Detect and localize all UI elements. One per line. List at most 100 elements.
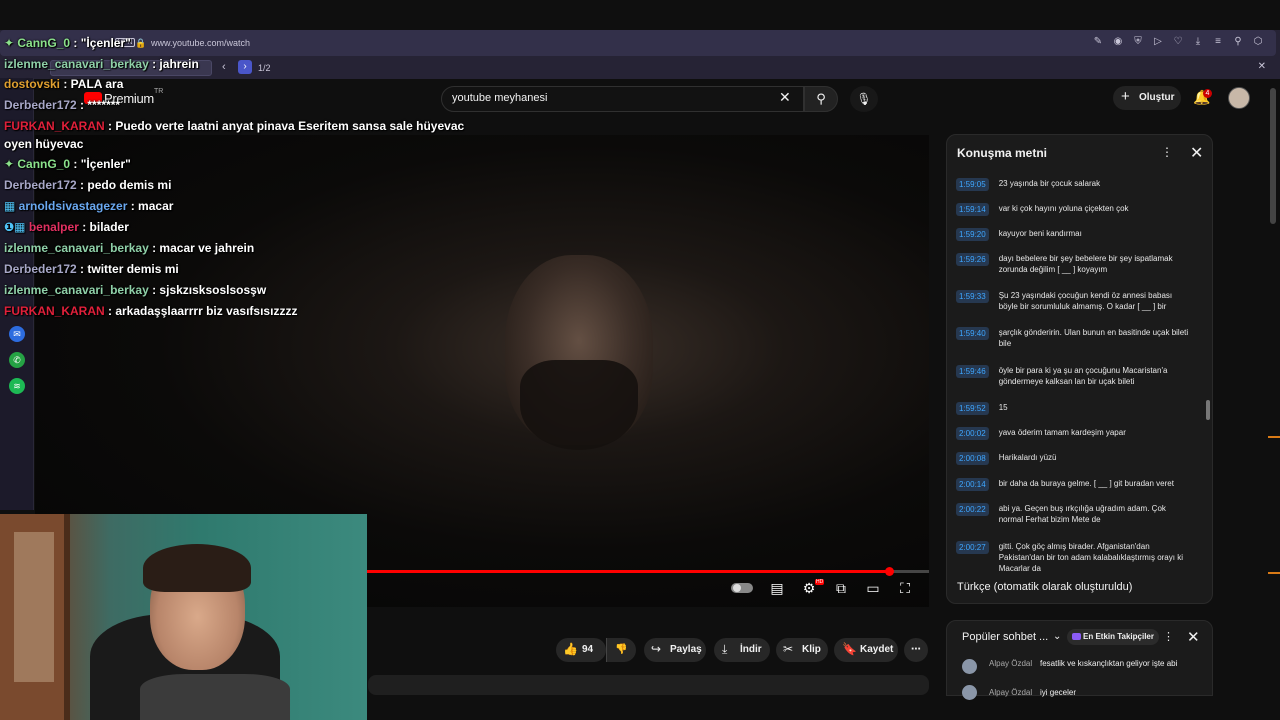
transcript-timestamp[interactable]: 1:59:46 <box>956 365 989 378</box>
transcript-row[interactable]: 2:00:27 gitti. Çok göç almış birader. Afg… <box>956 541 1196 574</box>
more-actions-button[interactable]: ⋯ <box>904 638 928 662</box>
transcript-timestamp[interactable]: 2:00:22 <box>956 503 989 516</box>
transcript-row[interactable]: 1:59:40 şarçlık gönderirin. Ulan bunun en… <box>956 327 1196 349</box>
shield-icon[interactable]: ⛨ <box>1132 36 1144 48</box>
webcam-door <box>0 514 70 720</box>
transcript-text: Harikalardı yüzü <box>998 453 1057 462</box>
transcript-row[interactable]: 1:59:26 dayı bebelere bir şey bebelere bi… <box>956 253 1196 275</box>
autoplay-toggle[interactable] <box>731 583 753 593</box>
chat-text: : PALA ara <box>60 77 124 91</box>
chat-text: : bilader <box>78 220 129 234</box>
menu-icon[interactable]: ≡ <box>1212 36 1224 48</box>
transcript-timestamp[interactable]: 1:59:26 <box>956 253 989 266</box>
live-chat-more-icon[interactable]: ⋮ <box>1163 630 1174 643</box>
page-scrollbar[interactable] <box>1270 88 1276 224</box>
chat-text: oyen hüyevac <box>4 137 84 151</box>
transcript-row[interactable]: 1:59:46 öyle bir para ki ya şu an çocuğun… <box>956 365 1196 387</box>
country-code: TR <box>154 88 164 95</box>
description-box[interactable] <box>368 675 929 695</box>
transcript-text: abi ya. Geçen buş ırkçılığa uğradım adam… <box>998 504 1166 524</box>
transcript-title: Konuşma metni <box>957 146 1048 160</box>
edit-icon[interactable]: ✎ <box>1092 36 1104 48</box>
avatar[interactable] <box>1228 87 1250 109</box>
theater-mode-icon[interactable]: ▭ <box>864 580 882 596</box>
download-icon[interactable]: ⤓ <box>1192 36 1204 48</box>
fullscreen-icon[interactable]: ⛶ <box>896 580 914 596</box>
chat-text: : sjskzısksoslsosşw <box>148 283 267 297</box>
transcript-more-icon[interactable]: ⋮ <box>1161 145 1173 159</box>
whatsapp-icon[interactable]: ✆ <box>9 352 25 368</box>
subtitles-icon[interactable]: ▤ <box>768 580 786 596</box>
clear-icon[interactable]: ✕ <box>779 89 791 106</box>
miniplayer-icon[interactable]: ⧉ <box>832 580 850 596</box>
transcript-row[interactable]: 2:00:22 abi ya. Geçen buş ırkçılığa uğrad… <box>956 503 1196 525</box>
mic-icon: 🎙 <box>856 92 872 106</box>
find-prev-icon[interactable]: ‹ <box>222 61 226 73</box>
transcript-timestamp[interactable]: 1:59:20 <box>956 228 989 241</box>
transcript-scrollbar[interactable] <box>1206 400 1210 420</box>
chevron-down-icon[interactable]: ⌄ <box>1053 631 1061 642</box>
transcript-row[interactable]: 2:00:08 Harikalardı yüzü <box>956 452 1196 465</box>
search-value[interactable]: youtube meyhanesi <box>452 92 547 104</box>
find-close-icon[interactable]: ✕ <box>1258 61 1266 72</box>
chat-username: benalper <box>28 220 79 234</box>
stream-chat-line: FURKAN_KARAN : arkadaşşlaarrrr biz vasıf… <box>4 304 297 318</box>
transcript-row[interactable]: 1:59:05 23 yaşında bir çocuk salarak <box>956 178 1196 191</box>
stream-chat-line: FURKAN_KARAN : Puedo verte laatni anyat … <box>4 119 464 133</box>
chat-badge-icon: ❶▦ <box>4 220 29 234</box>
live-chat-title[interactable]: Popüler sohbet ... <box>962 631 1048 643</box>
find-next-icon[interactable]: › <box>238 60 252 74</box>
mic-button[interactable]: 🎙 <box>850 86 878 112</box>
transcript-timestamp[interactable]: 1:59:52 <box>956 402 989 415</box>
transcript-text: yava öderim tamam kardeşim yapar <box>998 428 1126 437</box>
transcript-close-icon[interactable]: ✕ <box>1190 143 1203 163</box>
messenger-icon[interactable]: ✉ <box>9 326 25 342</box>
transcript-text: Şu 23 yaşındaki çocuğun kendi öz annesi … <box>998 291 1173 311</box>
transcript-row[interactable]: 2:00:14 bir daha da buraya gelme. [ __ ] … <box>956 478 1196 491</box>
chat-author: Alpay Özdal <box>989 688 1033 697</box>
chat-text: : macar <box>127 199 174 213</box>
chat-text: : macar ve jahrein <box>148 241 255 255</box>
chat-author: Alpay Özdal <box>989 659 1033 668</box>
stream-chat-line: oyen hüyevac <box>4 137 83 151</box>
lock-icon[interactable]: 🔒 <box>135 38 146 49</box>
chat-username: dostovski <box>4 77 61 91</box>
dislike-button[interactable]: 👎 <box>606 638 636 662</box>
transcript-row[interactable]: 2:00:02 yava öderim tamam kardeşim yapar <box>956 427 1196 440</box>
transcript-list[interactable]: 1:59:05 23 yaşında bir çocuk salarak 1:59:… <box>946 172 1204 574</box>
transcript-timestamp[interactable]: 2:00:14 <box>956 478 989 491</box>
stream-chat-line: Derbeder172 : ******* <box>4 98 120 112</box>
webcam-door-glass <box>14 532 54 682</box>
profile-icon[interactable]: ⚲ <box>1232 36 1244 48</box>
transcript-timestamp[interactable]: 2:00:08 <box>956 452 989 465</box>
play-icon[interactable]: ▷ <box>1152 36 1164 48</box>
crown-icon <box>1072 633 1081 640</box>
download-arrow-icon: ⤓ <box>722 642 728 656</box>
transcript-row[interactable]: 1:59:20 kayuyor beni kandırmaı <box>956 228 1196 241</box>
extension-icon[interactable]: ⬡ <box>1252 36 1264 48</box>
transcript-timestamp[interactable]: 2:00:02 <box>956 427 989 440</box>
transcript-row[interactable]: 1:59:14 var ki çok hayını yoluna çiçekten… <box>956 203 1196 216</box>
url-text[interactable]: www.youtube.com/watch <box>151 38 250 48</box>
transcript-row[interactable]: 1:59:52 15 <box>956 402 1196 415</box>
heart-icon[interactable]: ♡ <box>1172 36 1184 48</box>
transcript-timestamp[interactable]: 1:59:40 <box>956 327 989 340</box>
chat-username: izlenme_canavari_berkay <box>4 57 149 71</box>
thumb-up-icon: 👍 <box>563 642 578 656</box>
transcript-timestamp[interactable]: 2:00:27 <box>956 541 989 554</box>
transcript-text: bir daha da buraya gelme. [ __ ] git bur… <box>998 479 1174 488</box>
transcript-row[interactable]: 1:59:33 Şu 23 yaşındaki çocuğun kendi öz … <box>956 290 1196 312</box>
scrubber-handle[interactable] <box>885 567 894 576</box>
webcam-overlay <box>0 514 367 720</box>
transcript-language[interactable]: Türkçe (otomatik olarak oluşturuldu) <box>957 581 1132 593</box>
camera-icon[interactable]: ◉ <box>1112 36 1124 48</box>
transcript-timestamp[interactable]: 1:59:33 <box>956 290 989 303</box>
spotify-icon[interactable]: ≋ <box>9 378 25 394</box>
transcript-timestamp[interactable]: 1:59:05 <box>956 178 989 191</box>
live-chat-close-icon[interactable]: ✕ <box>1187 628 1200 646</box>
chat-username: FURKAN_KARAN <box>4 119 105 133</box>
search-button[interactable]: ⚲ <box>804 86 838 112</box>
stream-chat-line: ✦ CannG_0 : "İçenler" <box>4 36 131 50</box>
transcript-timestamp[interactable]: 1:59:14 <box>956 203 989 216</box>
chat-text: : "İçenler" <box>70 157 131 171</box>
